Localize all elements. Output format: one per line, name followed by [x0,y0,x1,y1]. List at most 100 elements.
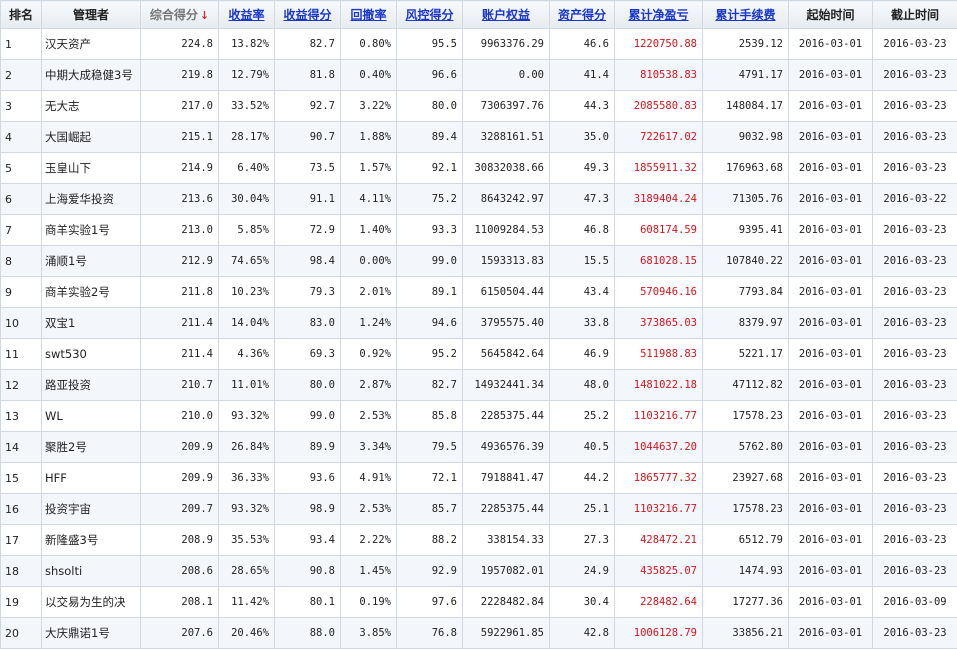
cell-return-rate: 93.32% [219,494,275,525]
cell-end-time: 2016-03-23 [873,339,957,370]
cell-start-time: 2016-03-01 [789,370,873,401]
cell-net-profit: 810538.83 [615,60,703,91]
cell-drawdown: 3.34% [341,432,397,463]
header-return-rate[interactable]: 收益率 [219,1,275,29]
cell-risk-score: 89.1 [397,277,463,308]
cell-return-score: 98.4 [275,246,341,277]
cell-drawdown: 1.57% [341,153,397,184]
cell-end-time: 2016-03-09 [873,587,957,618]
cell-return-rate: 13.82% [219,29,275,60]
header-asset-score[interactable]: 资产得分 [550,1,615,29]
header-total-score[interactable]: 综合得分↓ [141,1,219,29]
cell-asset-score: 15.5 [550,246,615,277]
cell-fees: 6512.79 [703,525,789,556]
table-row: 4大国崛起215.128.17%90.71.88%89.43288161.513… [1,122,957,153]
cell-end-time: 2016-03-23 [873,91,957,122]
cell-return-rate: 12.79% [219,60,275,91]
cell-return-rate: 28.65% [219,556,275,587]
header-equity[interactable]: 账户权益 [463,1,550,29]
cell-total-score: 209.9 [141,463,219,494]
cell-total-score: 217.0 [141,91,219,122]
cell-manager: 商羊实验1号 [42,215,141,246]
table-row: 10双宝1211.414.04%83.01.24%94.63795575.403… [1,308,957,339]
cell-start-time: 2016-03-01 [789,308,873,339]
cell-asset-score: 27.3 [550,525,615,556]
cell-net-profit: 1220750.88 [615,29,703,60]
cell-risk-score: 72.1 [397,463,463,494]
cell-drawdown: 1.24% [341,308,397,339]
cell-fees: 17578.23 [703,494,789,525]
cell-fees: 148084.17 [703,91,789,122]
header-net-profit[interactable]: 累计净盈亏 [615,1,703,29]
cell-risk-score: 97.6 [397,587,463,618]
cell-total-score: 208.9 [141,525,219,556]
cell-fees: 176963.68 [703,153,789,184]
cell-drawdown: 2.22% [341,525,397,556]
cell-return-score: 90.7 [275,122,341,153]
cell-fees: 17277.36 [703,587,789,618]
cell-asset-score: 46.6 [550,29,615,60]
cell-total-score: 224.8 [141,29,219,60]
cell-risk-score: 85.8 [397,401,463,432]
cell-start-time: 2016-03-01 [789,215,873,246]
cell-equity: 1957082.01 [463,556,550,587]
cell-manager: 商羊实验2号 [42,277,141,308]
cell-net-profit: 435825.07 [615,556,703,587]
cell-return-score: 80.1 [275,587,341,618]
header-return-score[interactable]: 收益得分 [275,1,341,29]
cell-asset-score: 44.2 [550,463,615,494]
cell-fees: 23927.68 [703,463,789,494]
cell-risk-score: 75.2 [397,184,463,215]
cell-drawdown: 2.53% [341,401,397,432]
cell-equity: 2228482.84 [463,587,550,618]
cell-start-time: 2016-03-01 [789,587,873,618]
cell-fees: 107840.22 [703,246,789,277]
cell-risk-score: 88.2 [397,525,463,556]
cell-return-rate: 4.36% [219,339,275,370]
table-row: 11swt530211.44.36%69.30.92%95.25645842.6… [1,339,957,370]
cell-manager: HFF [42,463,141,494]
cell-risk-score: 92.9 [397,556,463,587]
cell-total-score: 209.7 [141,494,219,525]
cell-net-profit: 722617.02 [615,122,703,153]
cell-return-rate: 93.32% [219,401,275,432]
cell-rank: 16 [1,494,42,525]
cell-equity: 9963376.29 [463,29,550,60]
cell-return-rate: 28.17% [219,122,275,153]
table-row: 2中期大成稳健3号219.812.79%81.80.40%96.60.0041.… [1,60,957,91]
cell-equity: 2285375.44 [463,494,550,525]
cell-rank: 1 [1,29,42,60]
header-fees[interactable]: 累计手续费 [703,1,789,29]
header-manager: 管理者 [42,1,141,29]
cell-risk-score: 85.7 [397,494,463,525]
cell-total-score: 213.0 [141,215,219,246]
cell-asset-score: 48.0 [550,370,615,401]
cell-fees: 1474.93 [703,556,789,587]
cell-net-profit: 570946.16 [615,277,703,308]
cell-net-profit: 2085580.83 [615,91,703,122]
cell-total-score: 211.4 [141,339,219,370]
cell-manager: shsolti [42,556,141,587]
cell-drawdown: 0.00% [341,246,397,277]
cell-total-score: 208.6 [141,556,219,587]
cell-end-time: 2016-03-23 [873,153,957,184]
header-rank: 排名 [1,1,42,29]
cell-equity: 3795575.40 [463,308,550,339]
cell-asset-score: 25.1 [550,494,615,525]
cell-risk-score: 95.2 [397,339,463,370]
cell-end-time: 2016-03-23 [873,494,957,525]
header-risk-score[interactable]: 风控得分 [397,1,463,29]
cell-manager: WL [42,401,141,432]
cell-manager: 聚胜2号 [42,432,141,463]
cell-total-score: 219.8 [141,60,219,91]
table-row: 15HFF209.936.33%93.64.91%72.17918841.474… [1,463,957,494]
cell-equity: 7306397.76 [463,91,550,122]
cell-end-time: 2016-03-23 [873,60,957,91]
cell-equity: 4936576.39 [463,432,550,463]
cell-end-time: 2016-03-23 [873,463,957,494]
table-row: 17新隆盛3号208.935.53%93.42.22%88.2338154.33… [1,525,957,556]
header-drawdown[interactable]: 回撤率 [341,1,397,29]
cell-asset-score: 46.8 [550,215,615,246]
cell-fees: 47112.82 [703,370,789,401]
cell-drawdown: 4.11% [341,184,397,215]
